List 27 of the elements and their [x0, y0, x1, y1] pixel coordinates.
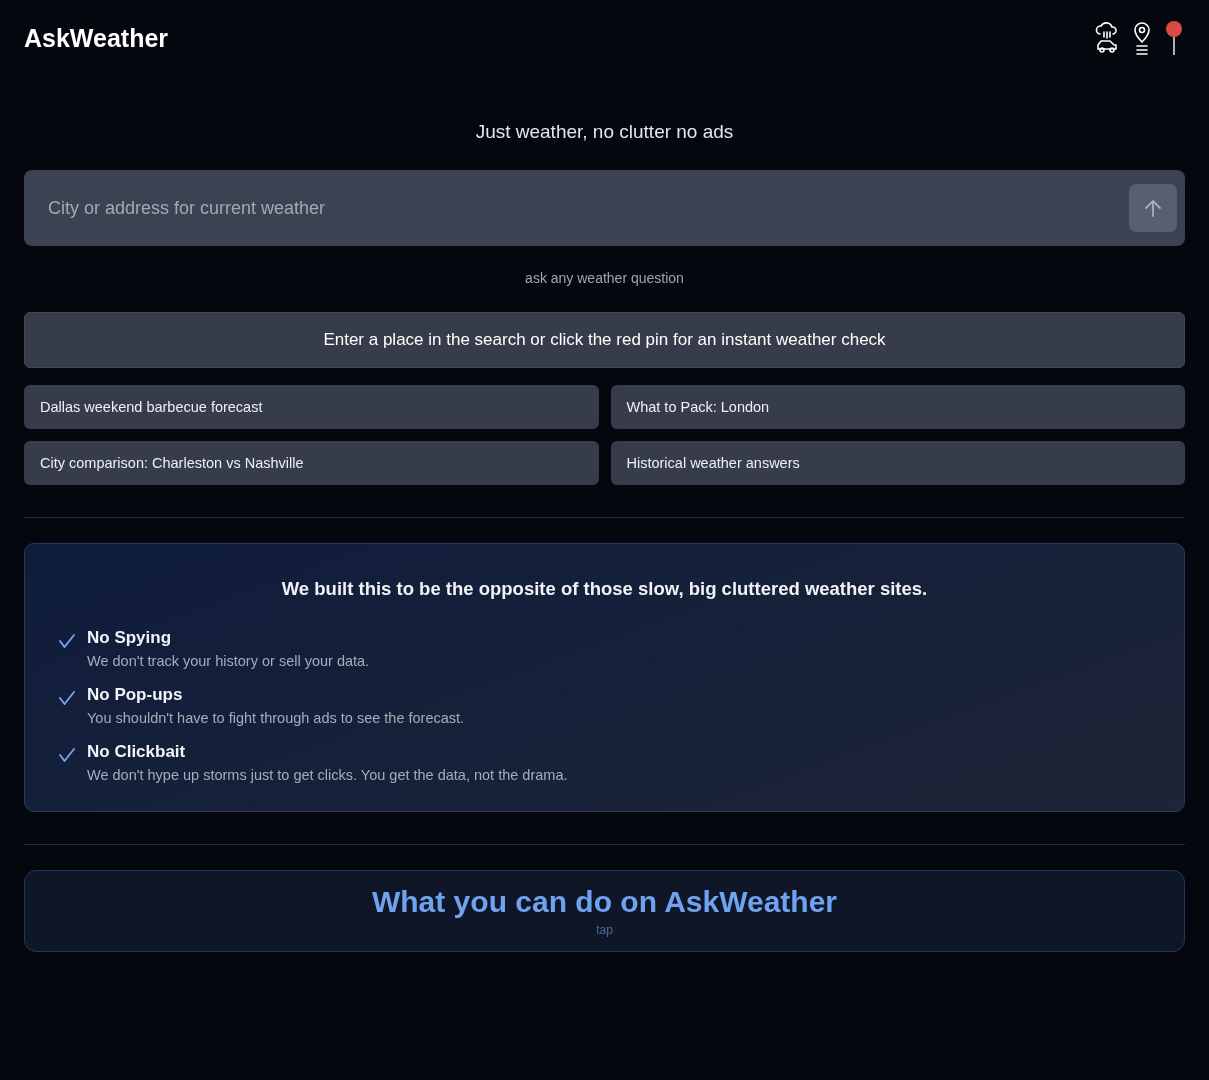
features-card[interactable]: What you can do on AskWeather tap — [24, 870, 1185, 952]
submit-button[interactable] — [1129, 184, 1177, 232]
suggestion-chip[interactable]: What to Pack: London — [610, 385, 1185, 429]
promise-item-text: You shouldn't have to fight through ads to see the forecast. — [87, 710, 465, 726]
promise-item-text: We don't track your history or sell your data. — [87, 653, 370, 669]
suggestion-chip[interactable]: Dallas weekend barbecue forecast — [24, 385, 599, 429]
promise-title: We built this to be the opposite of those slow, big cluttered weather sites. — [280, 578, 929, 600]
check-icon — [59, 748, 75, 762]
map-pin-list-icon[interactable] — [1133, 21, 1151, 55]
map-pin-icon[interactable] — [1165, 20, 1183, 56]
suggestion-chip[interactable]: Historical weather answers — [610, 441, 1185, 485]
app-logo: AskWeather — [24, 23, 169, 53]
promise-item-title: No Spying — [87, 628, 173, 648]
suggestion-chip[interactable]: City comparison: Charleston vs Nashville — [24, 441, 599, 485]
instant-check-banner[interactable]: Enter a place in the search or click the red pin for an instant weather check — [24, 312, 1185, 368]
features-title: What you can do on AskWeather — [371, 885, 838, 919]
check-icon — [59, 691, 75, 705]
features-hint: tap — [596, 923, 613, 937]
search-hint: ask any weather question — [524, 270, 685, 286]
arrow-up-icon — [1143, 198, 1163, 218]
check-icon — [59, 634, 75, 648]
tagline: Just weather, no clutter no ads — [474, 121, 735, 143]
search-field[interactable]: City or address for current weather — [24, 170, 1185, 246]
promise-item-title: No Clickbait — [87, 742, 187, 762]
promise-item-text: We don't hype up storms just to get clicks. You get the data, not the drama. — [87, 767, 568, 783]
cloud-rain-car-icon[interactable] — [1095, 21, 1119, 55]
promise-item-title: No Pop-ups — [87, 685, 184, 705]
